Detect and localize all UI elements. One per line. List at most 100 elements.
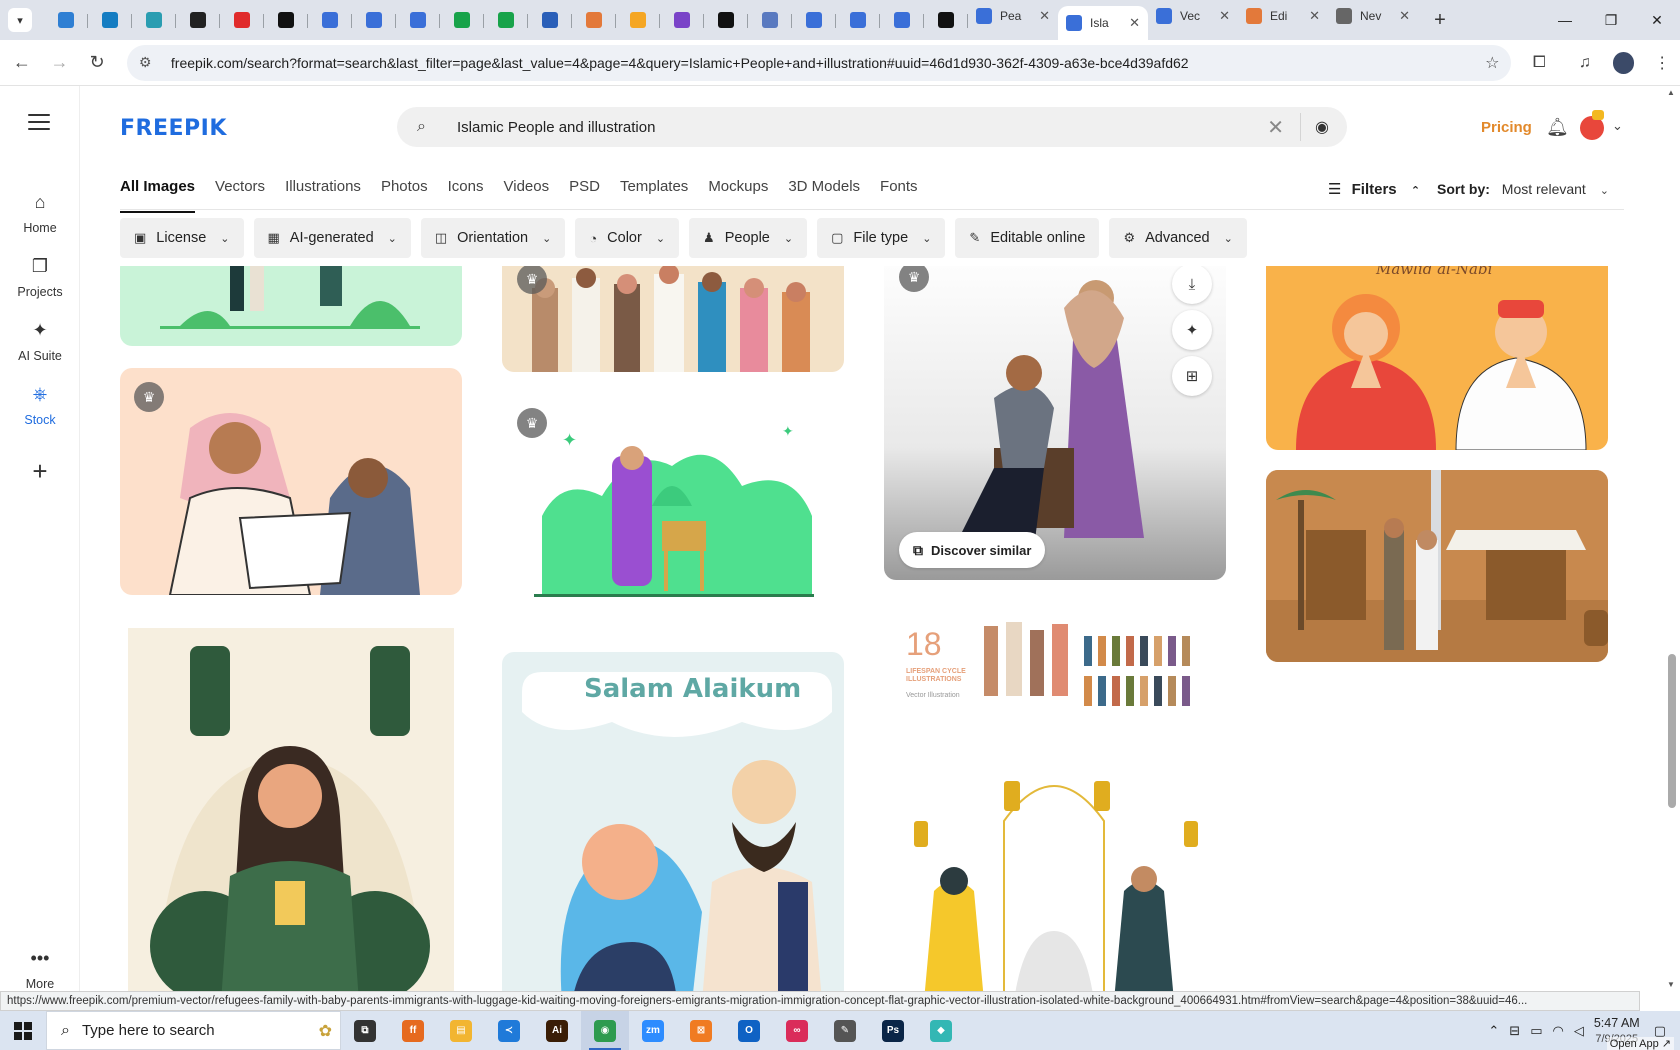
new-tab-button[interactable]: + [1426,6,1454,34]
close-window-icon[interactable]: ✕ [1634,0,1680,40]
pinned-tab[interactable] [44,4,88,36]
image-card[interactable] [120,266,462,346]
pinned-tab[interactable] [660,4,704,36]
windows-start-icon[interactable] [0,1011,46,1050]
pinned-tab[interactable] [396,4,440,36]
hamburger-menu-icon[interactable] [28,114,50,135]
taskbar-app-outlook[interactable]: O [725,1011,773,1050]
filter-chip-editable-online[interactable]: ✎ Editable online [955,218,1100,258]
tab-illustrations[interactable]: Illustrations [285,178,361,213]
taskbar-app-pen-tool[interactable]: ✎ [821,1011,869,1050]
pinned-tab[interactable] [352,4,396,36]
pinned-tab[interactable] [616,4,660,36]
browser-profile-avatar[interactable] [1612,51,1635,74]
save-to-collection-icon[interactable]: ⊞ [1172,356,1212,396]
freepik-logo[interactable]: FREEPIK [120,116,227,141]
ai-sparkle-icon[interactable]: ✦ [1172,310,1212,350]
chevron-up-icon[interactable]: ⌃ [1488,1023,1499,1039]
close-tab-icon[interactable]: ✕ [1039,8,1050,24]
open-app-label[interactable]: Open App ↗ [1606,1037,1674,1050]
browser-tab[interactable]: Vec ✕ [1148,0,1238,32]
wifi-icon[interactable]: ◠ [1552,1023,1563,1039]
filter-chip-orientation[interactable]: ◫ Orientation ⌄ [420,218,566,258]
browser-tab[interactable]: Edi ✕ [1238,0,1328,32]
clear-search-icon[interactable]: ✕ [1267,115,1284,140]
taskbar-app-chrome[interactable]: ◉ [581,1011,629,1050]
taskbar-app-app-generic[interactable]: ◆ [917,1011,965,1050]
filter-chip-file-type[interactable]: ▢ File type ⌄ [817,218,946,258]
taskbar-search[interactable]: ⌕ Type here to search ✿ [46,1011,341,1050]
volume-icon[interactable]: ◁ [1574,1023,1584,1039]
address-bar[interactable]: ⚙ freepik.com/search?format=search&last_… [126,44,1512,81]
pinned-tab[interactable] [792,4,836,36]
rail-item-projects[interactable]: ❐ Projects [0,256,80,299]
minimize-icon[interactable]: — [1542,0,1588,40]
pinned-tab[interactable] [484,4,528,36]
image-card[interactable]: ♛ [120,368,462,595]
media-control-icon[interactable]: ♫ [1567,45,1603,81]
scroll-down-icon[interactable]: ▼ [1667,980,1675,989]
page-scrollbar[interactable]: ▲ ▼ [1664,86,1680,991]
extensions-icon[interactable]: ⧠ [1521,45,1557,81]
tab-mockups[interactable]: Mockups [708,178,768,213]
tab-vectors[interactable]: Vectors [215,178,265,213]
forward-icon[interactable]: → [44,47,76,79]
tab-templates[interactable]: Templates [620,178,688,213]
taskbar-app-xampp[interactable]: ⊠ [677,1011,725,1050]
close-tab-icon[interactable]: ✕ [1219,8,1230,24]
image-card[interactable] [120,616,462,991]
account-chevron-down-icon[interactable]: ⌄ [1612,118,1623,134]
taskbar-app-firefox[interactable]: ff [389,1011,437,1050]
site-info-icon[interactable]: ⚙ [139,54,157,71]
image-card[interactable]: ♛ [502,266,844,372]
pinned-tab[interactable] [308,4,352,36]
image-card-hovered[interactable]: ♛ ⤓ ✦ ⊞ ⧉ Discover similar [884,266,1226,580]
display-icon[interactable]: ▭ [1530,1023,1542,1039]
tab-photos[interactable]: Photos [381,178,428,213]
rail-item-ai-suite[interactable]: ✦ AI Suite [0,320,80,363]
pinned-tab[interactable] [264,4,308,36]
close-tab-icon[interactable]: ✕ [1399,8,1410,24]
pinned-tab[interactable] [440,4,484,36]
browser-tab[interactable]: Isla ✕ [1058,6,1148,40]
tab-videos[interactable]: Videos [504,178,550,213]
image-card[interactable]: 18 LIFESPAN CYCLE ILLUSTRATIONS Vector I… [884,606,1226,716]
close-tab-icon[interactable]: ✕ [1309,8,1320,24]
filter-chip-license[interactable]: ▣ License ⌄ [120,218,244,258]
filter-chip-people[interactable]: ♟ People ⌄ [689,218,808,258]
pinned-tab[interactable] [132,4,176,36]
tab-search-chevron-icon[interactable]: ▾ [8,8,32,32]
bookmark-star-icon[interactable]: ☆ [1485,53,1499,73]
tab-fonts[interactable]: Fonts [880,178,918,213]
taskbar-app-creative-cloud[interactable]: ∞ [773,1011,821,1050]
pinned-tab[interactable] [220,4,264,36]
taskbar-app-photoshop[interactable]: Ps [869,1011,917,1050]
image-card[interactable] [884,731,1226,991]
pinned-tab[interactable] [924,4,968,36]
sort-dropdown[interactable]: Sort by: Most relevant ⌄ [1437,181,1609,197]
pinned-tab[interactable] [748,4,792,36]
browser-tab[interactable]: Pea ✕ [968,0,1058,32]
tab-icons[interactable]: Icons [448,178,484,213]
taskbar-app-file-explorer[interactable]: ▤ [437,1011,485,1050]
browser-menu-icon[interactable]: ⋮ [1644,45,1680,81]
notifications-bell-icon[interactable]: 🔔︎ [1546,117,1569,138]
pinned-tab[interactable] [704,4,748,36]
rail-item-home[interactable]: ⌂ Home [0,192,80,235]
browser-tab[interactable]: Nev ✕ [1328,0,1418,32]
scrollbar-thumb[interactable] [1668,654,1676,808]
scroll-up-icon[interactable]: ▲ [1667,88,1675,97]
camera-search-icon[interactable]: ◉ [1315,117,1329,137]
restore-icon[interactable]: ❐ [1588,0,1634,40]
discover-similar-button[interactable]: ⧉ Discover similar [899,532,1046,568]
pricing-link[interactable]: Pricing [1481,119,1532,136]
image-card[interactable]: ✦ ✦ ♛ [502,396,844,606]
pinned-tab[interactable] [176,4,220,36]
image-card[interactable]: Salam Alaikum [502,652,844,991]
pinned-tab[interactable] [528,4,572,36]
image-card[interactable]: Mawlid al-Nabi [1266,266,1608,450]
close-tab-icon[interactable]: ✕ [1129,15,1140,31]
tab-psd[interactable]: PSD [569,178,600,213]
filter-chip-advanced[interactable]: ⚙ Advanced ⌄ [1109,218,1247,258]
address-url[interactable]: freepik.com/search?format=search&last_fi… [171,55,1485,71]
